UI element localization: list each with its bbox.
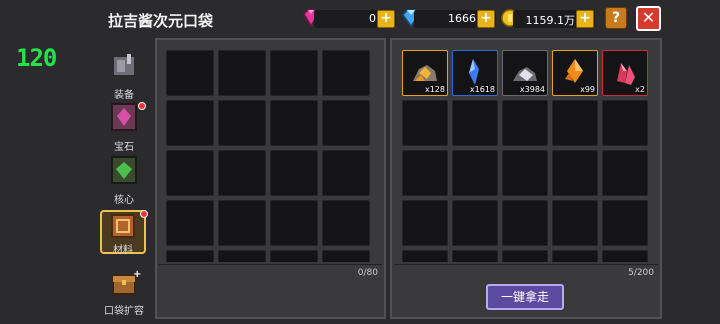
sidebar-item-expand[interactable]: + 口袋扩容 xyxy=(100,268,148,317)
sidebar-item-label: 口袋扩容 xyxy=(104,306,144,317)
sidebar-item-label: 装备 xyxy=(114,90,134,101)
storage-count: 5/200 xyxy=(628,268,654,278)
slot[interactable] xyxy=(322,250,370,262)
item-slot[interactable]: x2 xyxy=(602,50,648,96)
slot[interactable] xyxy=(322,150,370,196)
diamond-add-button[interactable]: + xyxy=(477,10,495,28)
item-quantity: x99 xyxy=(580,85,595,94)
pocket-grid[interactable] xyxy=(166,50,376,262)
sidebar-item-equipment[interactable]: 装备 xyxy=(100,52,148,101)
slot[interactable] xyxy=(402,100,448,146)
slot[interactable] xyxy=(270,100,318,146)
equipment-icon xyxy=(112,54,136,77)
pocket-count: 0/80 xyxy=(357,268,378,278)
slot[interactable] xyxy=(270,150,318,196)
slot[interactable] xyxy=(502,100,548,146)
material-icon xyxy=(111,214,135,238)
item-quantity: x128 xyxy=(424,85,445,94)
coin-add-button[interactable]: + xyxy=(576,10,594,28)
help-button[interactable]: ? xyxy=(605,7,627,29)
slot[interactable] xyxy=(166,150,214,196)
sidebar-item-core[interactable]: 核心 xyxy=(100,155,148,206)
sidebar-item-label: 宝石 xyxy=(114,142,134,153)
slot[interactable] xyxy=(402,250,448,262)
slot[interactable] xyxy=(402,200,448,246)
slot[interactable] xyxy=(270,200,318,246)
slot[interactable] xyxy=(502,150,548,196)
storage-grid[interactable]: x128 x1618 x3984 x99 x2 xyxy=(402,50,652,262)
slot[interactable] xyxy=(552,100,598,146)
slot[interactable] xyxy=(452,250,498,262)
coin-counter: 1159.1万 + xyxy=(513,10,595,28)
close-button[interactable]: ✕ xyxy=(636,6,661,31)
divider xyxy=(394,264,658,265)
slot[interactable] xyxy=(166,200,214,246)
sidebar-item-label: 材料 xyxy=(113,245,133,256)
slot[interactable] xyxy=(452,100,498,146)
item-slot[interactable]: x99 xyxy=(552,50,598,96)
item-quantity: x2 xyxy=(635,85,645,94)
divider xyxy=(159,264,382,265)
pink-gem-add-button[interactable]: + xyxy=(377,10,395,28)
gem-icon xyxy=(111,103,137,131)
fps-counter: 120 xyxy=(16,44,57,72)
sidebar-item-gem[interactable]: 宝石 xyxy=(100,102,148,153)
slot[interactable] xyxy=(452,200,498,246)
diamond-value: 1666 xyxy=(448,12,476,25)
item-quantity: x1618 xyxy=(469,85,495,94)
slot[interactable] xyxy=(322,200,370,246)
slot[interactable] xyxy=(166,250,214,262)
slot[interactable] xyxy=(166,50,214,96)
core-icon xyxy=(111,156,137,184)
chest-icon: + xyxy=(112,269,141,295)
pocket-panel: 0/80 xyxy=(155,38,386,319)
slot[interactable] xyxy=(166,100,214,146)
page-title: 拉吉酱次元口袋 xyxy=(108,12,214,30)
slot[interactable] xyxy=(452,150,498,196)
slot[interactable] xyxy=(552,250,598,262)
storage-panel: x128 x1618 x3984 x99 x2 5/200 xyxy=(390,38,662,319)
take-all-button[interactable]: 一键拿走 xyxy=(486,284,564,310)
item-slot[interactable]: x3984 xyxy=(502,50,548,96)
pink-gem-value: 0 xyxy=(369,12,376,25)
slot[interactable] xyxy=(218,100,266,146)
slot[interactable] xyxy=(322,100,370,146)
slot[interactable] xyxy=(552,150,598,196)
slot[interactable] xyxy=(602,250,648,262)
slot[interactable] xyxy=(552,200,598,246)
sidebar-item-label: 核心 xyxy=(114,195,134,206)
notification-dot xyxy=(140,210,148,218)
svg-text:+: + xyxy=(133,269,141,280)
slot[interactable] xyxy=(270,250,318,262)
notification-dot xyxy=(138,102,146,110)
slot[interactable] xyxy=(502,250,548,262)
item-quantity: x3984 xyxy=(519,85,545,94)
pink-gem-counter: 0 + xyxy=(314,10,396,28)
slot[interactable] xyxy=(218,250,266,262)
slot[interactable] xyxy=(218,150,266,196)
coin-value: 1159.1万 xyxy=(525,14,576,27)
item-slot[interactable]: x1618 xyxy=(452,50,498,96)
diamond-counter: 1666 + xyxy=(414,10,496,28)
slot[interactable] xyxy=(270,50,318,96)
slot[interactable] xyxy=(602,150,648,196)
sidebar-item-material[interactable]: 材料 xyxy=(100,210,148,256)
slot[interactable] xyxy=(218,50,266,96)
slot[interactable] xyxy=(402,150,448,196)
slot[interactable] xyxy=(502,200,548,246)
slot[interactable] xyxy=(322,50,370,96)
item-slot[interactable]: x128 xyxy=(402,50,448,96)
slot[interactable] xyxy=(602,100,648,146)
slot[interactable] xyxy=(602,200,648,246)
slot[interactable] xyxy=(218,200,266,246)
